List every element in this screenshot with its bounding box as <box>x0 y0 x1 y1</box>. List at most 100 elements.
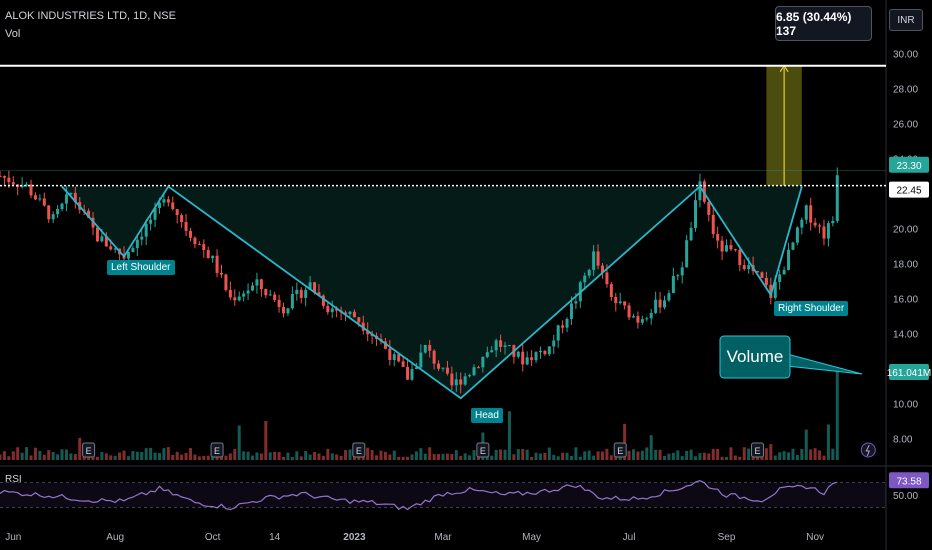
volume-bar <box>711 448 715 460</box>
candle-body <box>42 198 46 206</box>
candle-body <box>459 379 463 385</box>
volume-bar <box>47 450 51 460</box>
volume-bar <box>149 447 153 460</box>
volume-bar <box>251 455 255 460</box>
candle-body <box>211 255 215 259</box>
volume-bar <box>237 425 241 460</box>
volume-bar <box>459 455 463 460</box>
volume-bar <box>299 456 303 460</box>
candle-body <box>663 300 666 308</box>
candle-body <box>95 227 99 242</box>
x-tick-label: 2023 <box>343 532 366 543</box>
candle-body <box>277 299 281 307</box>
volume-bar <box>175 451 179 460</box>
volume-bar <box>578 456 582 460</box>
volume-bar <box>264 420 268 460</box>
volume-bar <box>676 450 680 460</box>
volume-bar <box>228 453 232 460</box>
candle-body <box>733 249 737 251</box>
volume-bar <box>663 455 666 460</box>
candle-body <box>7 177 11 183</box>
candle-body <box>47 205 51 220</box>
candle-body <box>392 354 396 360</box>
volume-bar <box>689 449 693 460</box>
volume-bar <box>556 456 560 460</box>
y-tick-label: 28.00 <box>893 85 918 96</box>
volume-bar <box>171 454 175 460</box>
volume-bar <box>56 454 60 460</box>
volume-bar <box>733 455 737 460</box>
candle-body <box>131 248 135 253</box>
volume-bar <box>596 451 600 460</box>
candle-body <box>228 289 232 298</box>
candle-body <box>671 276 675 294</box>
candle-body <box>654 299 658 313</box>
volume-bar <box>490 455 494 460</box>
candle-body <box>202 244 206 251</box>
volume-bar <box>135 451 139 460</box>
candle-body <box>188 230 192 238</box>
candle-body <box>627 305 631 318</box>
volume-bar <box>534 452 538 460</box>
candle-body <box>60 203 64 210</box>
candle-body <box>428 344 432 351</box>
candle-body <box>782 269 786 275</box>
volume-bar <box>131 450 135 460</box>
candle-body <box>587 269 591 276</box>
candle-body <box>676 275 680 277</box>
volume-bar <box>547 447 551 460</box>
candle-body <box>264 289 268 296</box>
volume-bar <box>552 454 556 460</box>
candle-body <box>476 367 480 369</box>
candle-body <box>525 357 529 365</box>
candle-body <box>530 357 534 361</box>
volume-bar <box>680 456 684 460</box>
candle-body <box>468 375 472 377</box>
candle-body <box>242 293 246 297</box>
volume-bar <box>60 449 64 460</box>
currency-selector[interactable]: INR <box>889 9 923 31</box>
volume-bar <box>530 456 534 460</box>
candle-body <box>813 222 817 226</box>
volume-bar <box>126 456 130 460</box>
x-tick-label: Mar <box>434 532 452 543</box>
volume-bar <box>813 448 817 460</box>
candle-body <box>51 214 55 220</box>
volume-bar <box>184 453 188 460</box>
candle-body <box>463 376 467 385</box>
candle-body <box>472 367 476 376</box>
candle-body <box>171 202 175 210</box>
rsi-panel: 50.00 <box>0 465 932 511</box>
candle-body <box>233 297 237 301</box>
candle-body <box>711 214 715 235</box>
volume-bar <box>255 452 259 460</box>
candle-body <box>246 290 250 294</box>
volume-bar <box>122 450 126 460</box>
volume-bar <box>782 451 786 460</box>
volume-bar <box>140 452 144 460</box>
volume-bar <box>437 453 441 460</box>
volume-bar <box>419 448 423 460</box>
volume-callout-text: Volume <box>726 347 784 366</box>
candle-body <box>149 219 153 224</box>
volume-bar <box>317 453 321 460</box>
volume-bar <box>144 448 148 460</box>
neckline-tag: 22.45 <box>896 186 921 197</box>
candle-body <box>348 311 352 315</box>
candle-body <box>787 249 791 270</box>
candle-body <box>631 316 635 318</box>
candle-body <box>299 289 303 298</box>
volume-bar <box>16 447 20 460</box>
volume-bar <box>277 452 281 460</box>
volume-bar <box>202 455 206 460</box>
volume-bar <box>707 453 711 460</box>
candle-body <box>565 318 569 328</box>
volume-bar <box>42 454 46 460</box>
candle-body <box>282 306 286 314</box>
volume-bar <box>791 448 795 460</box>
volume-bar <box>69 453 73 460</box>
volume-bar <box>645 447 649 460</box>
chart-canvas[interactable]: 8.0010.0012.0014.0016.0018.0020.0022.002… <box>0 0 932 550</box>
volume-bar <box>100 452 104 460</box>
candle-body <box>454 379 458 386</box>
